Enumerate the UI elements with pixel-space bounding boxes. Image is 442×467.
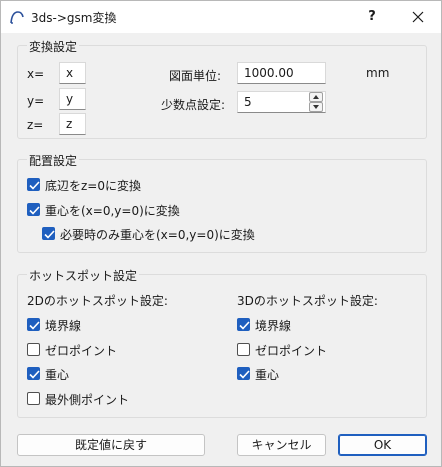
dialog-window: 3ds->gsm変換 ? 変換設定 x= x y= y z= z 図面単位: 1…: [0, 0, 442, 467]
check-icon: [29, 370, 40, 379]
check-icon: [239, 370, 250, 379]
decimal-spinner[interactable]: [309, 92, 323, 112]
checkbox-label: 境界線: [45, 319, 82, 333]
close-button[interactable]: [403, 3, 433, 31]
checkbox-label: 底辺をz=0に変換: [45, 179, 141, 193]
spin-down-icon: [313, 105, 319, 109]
hotspot-2d-zeropoint-checkbox[interactable]: ゼロポイント: [27, 341, 177, 359]
hotspot-2d-boundary-checkbox[interactable]: 境界線: [27, 316, 177, 334]
app-arc-icon: [9, 10, 25, 24]
checkbox-label: 必要時のみ重心を(x=0,y=0)に変換: [60, 228, 255, 242]
checkbox-box[interactable]: [237, 318, 250, 331]
checkbox-label: 境界線: [255, 319, 292, 333]
checkbox-box[interactable]: [237, 343, 250, 356]
hotspot-3d-boundary-checkbox[interactable]: 境界線: [237, 316, 387, 334]
hotspot-3d-centroid-checkbox[interactable]: 重心: [237, 365, 387, 383]
check-icon: [29, 206, 40, 215]
placement-center-origin-checkbox[interactable]: 重心を(x=0,y=0)に変換: [27, 201, 227, 219]
hotspot-3d-zeropoint-checkbox[interactable]: ゼロポイント: [237, 341, 387, 359]
checkbox-box[interactable]: [27, 343, 40, 356]
y-field[interactable]: y: [59, 88, 86, 110]
hotspot-2d-outermost-checkbox[interactable]: 最外側ポイント: [27, 390, 177, 408]
checkbox-box[interactable]: [237, 367, 250, 380]
close-icon: [412, 11, 424, 23]
hotspot-2d-heading: 2Dのホットスポット設定:: [27, 294, 168, 308]
checkbox-label: 重心を(x=0,y=0)に変換: [45, 204, 180, 218]
check-icon: [29, 321, 40, 330]
z-label: z=: [27, 118, 44, 132]
spin-up-icon: [313, 95, 319, 99]
hotspot-2d-centroid-checkbox[interactable]: 重心: [27, 365, 177, 383]
checkbox-label: 重心: [255, 368, 280, 382]
checkbox-label: ゼロポイント: [255, 344, 328, 358]
check-icon: [44, 230, 55, 239]
checkbox-box[interactable]: [42, 227, 55, 240]
check-icon: [239, 321, 250, 330]
unit-suffix: mm: [366, 66, 390, 80]
checkbox-label: 最外側ポイント: [45, 393, 130, 407]
spin-down-button[interactable]: [309, 102, 323, 112]
check-icon: [29, 181, 40, 190]
unit-field[interactable]: 1000.00: [237, 62, 326, 84]
reset-defaults-button[interactable]: 既定値に戻す: [17, 434, 205, 456]
placement-center-when-needed-checkbox[interactable]: 必要時のみ重心を(x=0,y=0)に変換: [42, 225, 302, 243]
y-label: y=: [27, 94, 45, 108]
cancel-button[interactable]: キャンセル: [237, 434, 326, 456]
help-button[interactable]: ?: [357, 3, 387, 31]
checkbox-label: 重心: [45, 368, 70, 382]
checkbox-box[interactable]: [27, 318, 40, 331]
conversion-group-title: 変換設定: [27, 38, 80, 55]
window-title: 3ds->gsm変換: [31, 11, 117, 25]
x-label: x=: [27, 67, 45, 81]
x-field[interactable]: x: [59, 62, 86, 84]
checkbox-box[interactable]: [27, 178, 40, 191]
checkbox-box[interactable]: [27, 367, 40, 380]
checkbox-box[interactable]: [27, 203, 40, 216]
placement-bottom-z0-checkbox[interactable]: 底辺をz=0に変換: [27, 176, 227, 194]
ok-button[interactable]: OK: [338, 434, 427, 456]
decimal-label: 少数点設定:: [161, 98, 226, 112]
placement-group-title: 配置設定: [27, 152, 80, 169]
checkbox-box[interactable]: [27, 392, 40, 405]
hotspot-3d-heading: 3Dのホットスポット設定:: [237, 294, 378, 308]
spin-up-button[interactable]: [309, 92, 323, 102]
z-field[interactable]: z: [59, 113, 86, 135]
checkbox-label: ゼロポイント: [45, 344, 118, 358]
title-bar[interactable]: 3ds->gsm変換 ?: [1, 1, 441, 33]
unit-label: 図面単位:: [169, 69, 222, 83]
hotspot-group-title: ホットスポット設定: [27, 267, 140, 284]
